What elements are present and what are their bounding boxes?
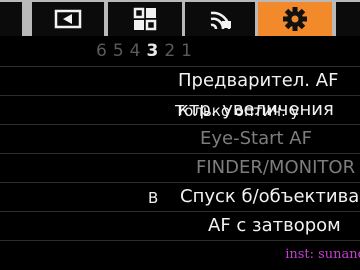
watermark-text: inst: sunand: [285, 247, 360, 262]
page-digit: 3: [146, 41, 165, 61]
menu-row-label: FINDER/MONITOR: [196, 157, 356, 178]
page-digit: 2: [164, 41, 182, 61]
menu-row-label: Eye-Start AF: [200, 128, 312, 149]
menu-row-label: Спуск б/объектива: [180, 186, 360, 207]
page-indicator: 654321: [96, 38, 198, 64]
tab-next[interactable]: [336, 2, 360, 36]
menu-row[interactable]: AF с затвором: [0, 211, 360, 241]
page-digit: 1: [181, 41, 198, 61]
menu-row[interactable]: ктр. увеличения Только оптич. у: [0, 95, 360, 124]
menu-row-label: Предварител. AF: [178, 70, 339, 91]
custom-menu-icon: [133, 7, 157, 31]
wireless-icon: [207, 7, 233, 31]
tab-custom-menu[interactable]: [108, 2, 182, 36]
page-digit: 6: [96, 41, 113, 61]
tab-playback[interactable]: [32, 2, 104, 36]
tab-setup[interactable]: [258, 2, 332, 36]
tab-camera[interactable]: [0, 2, 22, 36]
gear-icon: [282, 6, 308, 32]
tab-wireless[interactable]: [185, 2, 255, 36]
menu-row[interactable]: FINDER/MONITOR: [0, 153, 360, 182]
menu-row[interactable]: Спуск б/объектива В: [0, 182, 360, 211]
menu-row[interactable]: Предварител. AF: [0, 66, 360, 95]
playback-icon: [54, 9, 82, 29]
menu-row-label: AF с затвором: [208, 215, 341, 236]
menu-row-value: В: [148, 189, 159, 207]
menu-row[interactable]: Eye-Start AF: [0, 124, 360, 153]
menu-list: Предварител. AF ктр. увеличения Только опт…: [0, 66, 360, 241]
menu-row-value: Только оптич. у: [175, 102, 300, 120]
page-digit: 5: [112, 41, 130, 61]
menu-tab-bar: [0, 0, 360, 36]
page-digit: 4: [129, 41, 147, 61]
